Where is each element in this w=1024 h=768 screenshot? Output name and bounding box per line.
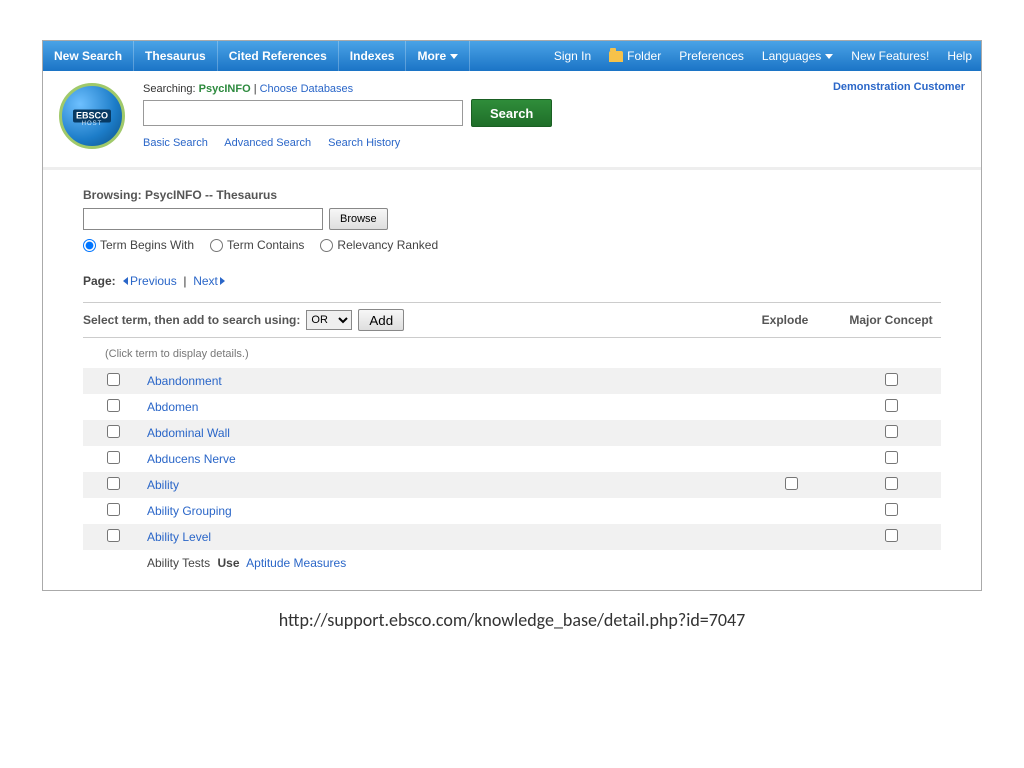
term-link[interactable]: Ability Grouping xyxy=(147,504,232,518)
table-row: Ability Grouping xyxy=(83,498,941,524)
use-term: Ability Tests xyxy=(147,556,210,570)
column-header-major: Major Concept xyxy=(841,313,941,327)
radio-input-begins[interactable] xyxy=(83,239,96,252)
major-concept-checkbox[interactable] xyxy=(885,503,898,516)
nav-new-features[interactable]: New Features! xyxy=(842,41,938,71)
term-select-checkbox[interactable] xyxy=(107,451,120,464)
term-select-checkbox[interactable] xyxy=(107,529,120,542)
logo-subtext: HOST xyxy=(82,121,103,127)
radio-input-relevancy[interactable] xyxy=(320,239,333,252)
select-bar-label: Select term, then add to search using: xyxy=(83,313,300,327)
separator xyxy=(43,167,981,170)
operator-select[interactable]: OR AND NOT xyxy=(306,310,352,330)
explode-checkbox[interactable] xyxy=(785,477,798,490)
search-history-link[interactable]: Search History xyxy=(328,137,400,149)
current-database: PsycINFO xyxy=(199,83,251,95)
major-concept-checkbox[interactable] xyxy=(885,373,898,386)
term-link[interactable]: Ability Level xyxy=(147,530,211,544)
term-link[interactable]: Abdomen xyxy=(147,400,198,414)
nav-indexes[interactable]: Indexes xyxy=(339,41,407,71)
nav-languages-label: Languages xyxy=(762,49,821,63)
search-row: Search xyxy=(143,99,965,127)
use-label: Use xyxy=(217,556,239,570)
term-select-checkbox[interactable] xyxy=(107,373,120,386)
nav-help[interactable]: Help xyxy=(938,41,981,71)
nav-languages[interactable]: Languages xyxy=(753,41,842,71)
search-input[interactable] xyxy=(143,100,463,126)
nav-signin[interactable]: Sign In xyxy=(545,41,600,71)
nav-folder[interactable]: Folder xyxy=(600,41,670,71)
browse-input[interactable] xyxy=(83,208,323,230)
term-link[interactable]: Abducens Nerve xyxy=(147,452,236,466)
browse-button[interactable]: Browse xyxy=(329,208,388,230)
pagination: Page: Previous | Next xyxy=(83,274,941,288)
nav-folder-label: Folder xyxy=(627,49,661,63)
use-reference-row: Ability Tests Use Aptitude Measures xyxy=(83,550,941,572)
major-concept-checkbox[interactable] xyxy=(885,529,898,542)
demonstration-customer-link[interactable]: Demonstration Customer xyxy=(833,81,965,93)
basic-search-link[interactable]: Basic Search xyxy=(143,137,208,149)
search-sublinks: Basic Search Advanced Search Search Hist… xyxy=(143,137,965,149)
nav-new-search[interactable]: New Search xyxy=(43,41,134,71)
click-term-hint: (Click term to display details.) xyxy=(83,338,941,368)
nav-preferences[interactable]: Preferences xyxy=(670,41,753,71)
radio-input-contains[interactable] xyxy=(210,239,223,252)
searching-prefix: Searching: xyxy=(143,83,196,95)
thesaurus-content: Browsing: PsycINFO -- Thesaurus Browse T… xyxy=(43,188,981,590)
term-select-checkbox[interactable] xyxy=(107,503,120,516)
major-concept-checkbox[interactable] xyxy=(885,477,898,490)
term-link[interactable]: Abandonment xyxy=(147,374,222,388)
page-next-link[interactable]: Next xyxy=(193,274,225,288)
add-button[interactable]: Add xyxy=(358,309,404,331)
column-header-explode: Explode xyxy=(735,313,835,327)
major-concept-checkbox[interactable] xyxy=(885,425,898,438)
nav-more[interactable]: More xyxy=(406,41,470,71)
triangle-left-icon xyxy=(123,277,128,285)
search-button[interactable]: Search xyxy=(471,99,552,127)
browse-row: Browse xyxy=(83,208,941,230)
select-bar: Select term, then add to search using: O… xyxy=(83,302,941,338)
radio-relevancy-ranked[interactable]: Relevancy Ranked xyxy=(320,238,438,252)
term-link[interactable]: Ability xyxy=(147,478,179,492)
term-select-checkbox[interactable] xyxy=(107,399,120,412)
term-select-checkbox[interactable] xyxy=(107,477,120,490)
chevron-down-icon xyxy=(450,54,458,59)
folder-icon xyxy=(609,51,623,62)
table-row: Abandonment xyxy=(83,368,941,394)
major-concept-checkbox[interactable] xyxy=(885,451,898,464)
triangle-right-icon xyxy=(220,277,225,285)
table-row: Abdominal Wall xyxy=(83,420,941,446)
term-select-checkbox[interactable] xyxy=(107,425,120,438)
search-header: EBSCO HOST Searching: PsycINFO | Choose … xyxy=(43,71,981,163)
radio-term-contains[interactable]: Term Contains xyxy=(210,238,304,252)
caption-url: http://support.ebsco.com/knowledge_base/… xyxy=(0,609,1024,631)
term-table: Abandonment Abdomen Abdominal Wall Abducens… xyxy=(83,368,941,550)
nav-more-label: More xyxy=(417,49,446,63)
table-row: Ability xyxy=(83,472,941,498)
table-row: Abducens Nerve xyxy=(83,446,941,472)
term-link[interactable]: Abdominal Wall xyxy=(147,426,230,440)
chevron-down-icon xyxy=(825,54,833,59)
browsing-label: Browsing: PsycINFO -- Thesaurus xyxy=(83,188,941,202)
radio-term-begins-with[interactable]: Term Begins With xyxy=(83,238,194,252)
ebsco-logo[interactable]: EBSCO HOST xyxy=(59,83,125,149)
nav-spacer xyxy=(470,41,545,71)
page-previous-link[interactable]: Previous xyxy=(123,274,177,288)
page-label: Page: xyxy=(83,274,116,288)
top-nav: New Search Thesaurus Cited References In… xyxy=(43,41,981,71)
table-row: Abdomen xyxy=(83,394,941,420)
app-frame: New Search Thesaurus Cited References In… xyxy=(42,40,982,591)
advanced-search-link[interactable]: Advanced Search xyxy=(224,137,311,149)
major-concept-checkbox[interactable] xyxy=(885,399,898,412)
browse-mode-radios: Term Begins With Term Contains Relevancy… xyxy=(83,238,941,252)
nav-thesaurus[interactable]: Thesaurus xyxy=(134,41,218,71)
nav-cited-references[interactable]: Cited References xyxy=(218,41,339,71)
choose-databases-link[interactable]: Choose Databases xyxy=(260,83,354,95)
use-target-link[interactable]: Aptitude Measures xyxy=(246,556,346,570)
table-row: Ability Level xyxy=(83,524,941,550)
